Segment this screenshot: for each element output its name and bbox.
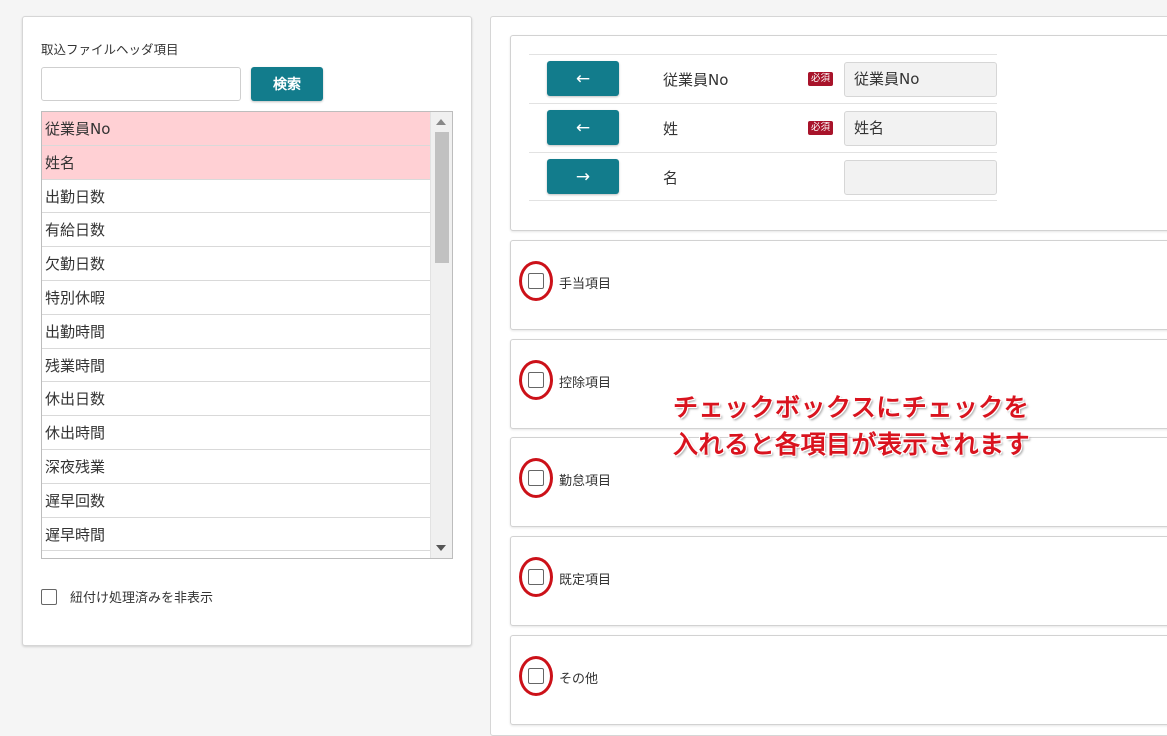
scroll-down-arrow-icon[interactable] [436, 545, 446, 551]
list-item[interactable]: 出勤日数 [42, 180, 430, 214]
mapping-row: → 名 [529, 152, 997, 201]
list-item[interactable]: 遅早時間 [42, 518, 430, 552]
category-label: その他 [559, 672, 599, 687]
panel-title: 取込ファイルヘッダ項目 [41, 42, 179, 57]
map-left-arrow-button[interactable]: ← [547, 61, 619, 96]
category-label: 勤怠項目 [559, 474, 612, 489]
mapping-field-label: 従業員No [663, 71, 729, 89]
highlight-circle [519, 360, 553, 400]
mapping-row: ← 姓 必須 姓名 [529, 103, 997, 152]
list-item[interactable]: 休出時間 [42, 416, 430, 450]
mapping-row: ← 従業員No 必須 従業員No [529, 54, 997, 103]
list-items: 従業員No 姓名 出勤日数 有給日数 欠勤日数 特別休暇 出勤時間 残業時間 休… [42, 112, 430, 552]
category-label: 控除項目 [559, 376, 612, 391]
map-right-arrow-button[interactable]: → [547, 159, 619, 194]
mapped-value-field[interactable] [844, 160, 997, 195]
list-item[interactable]: 残業時間 [42, 349, 430, 383]
hide-processed-checkbox[interactable] [41, 588, 57, 605]
list-item[interactable]: 出勤時間 [42, 315, 430, 349]
annotation-line: チェックボックスにチェックを [673, 393, 1030, 422]
map-left-arrow-button[interactable]: ← [547, 110, 619, 145]
mapped-value-field[interactable]: 姓名 [844, 111, 997, 146]
mapping-field-label: 姓 [663, 120, 679, 138]
scroll-up-arrow-icon[interactable] [436, 119, 446, 125]
instruction-annotation: チェックボックスにチェックを 入れると各項目が表示されます [673, 389, 1030, 463]
annotation-line: 入れると各項目が表示されます [673, 430, 1031, 459]
scroll-thumb[interactable] [435, 132, 449, 263]
category-card-allowance: 手当項目 [510, 240, 1167, 330]
list-scrollbar[interactable] [430, 112, 452, 558]
search-input[interactable] [41, 67, 241, 101]
header-item-list[interactable]: 従業員No 姓名 出勤日数 有給日数 欠勤日数 特別休暇 出勤時間 残業時間 休… [41, 111, 453, 559]
list-item[interactable]: 有給日数 [42, 213, 430, 248]
header-items-panel: 取込ファイルヘッダ項目 検索 従業員No 姓名 出勤日数 有給日数 欠勤日数 特… [22, 16, 472, 646]
list-item[interactable]: 従業員No [42, 112, 430, 146]
list-item[interactable]: 遅早回数 [42, 484, 430, 518]
category-label: 手当項目 [559, 277, 612, 292]
search-button[interactable]: 検索 [251, 67, 323, 101]
mapped-value-field[interactable]: 従業員No [844, 62, 997, 97]
category-checkbox[interactable] [528, 273, 544, 289]
category-label: 既定項目 [559, 573, 612, 588]
category-checkbox[interactable] [528, 668, 544, 684]
required-badge: 必須 [808, 72, 834, 86]
field-mapping-card: ← 従業員No 必須 従業員No ← 姓 必須 姓名 → 名 [510, 35, 1167, 231]
hide-processed-label: 紐付け処理済みを非表示 [70, 591, 214, 606]
mapping-panel: ← 従業員No 必須 従業員No ← 姓 必須 姓名 → 名 手当項目 控除項目 [490, 16, 1167, 736]
list-item[interactable]: 深夜残業 [42, 450, 430, 484]
highlight-circle [519, 557, 553, 597]
highlight-circle [519, 261, 553, 301]
category-card-default: 既定項目 [510, 536, 1167, 626]
highlight-circle [519, 656, 553, 696]
hide-processed-option[interactable]: 紐付け処理済みを非表示 [41, 587, 213, 606]
category-checkbox[interactable] [528, 372, 544, 388]
required-badge: 必須 [808, 121, 834, 135]
category-checkbox[interactable] [528, 470, 544, 486]
list-item[interactable]: 欠勤日数 [42, 247, 430, 281]
mapping-field-label: 名 [663, 169, 679, 187]
list-item[interactable]: 姓名 [42, 145, 430, 180]
highlight-circle [519, 458, 553, 498]
category-checkbox[interactable] [528, 569, 544, 585]
category-card-other: その他 [510, 635, 1167, 725]
list-item[interactable]: 休出日数 [42, 382, 430, 417]
list-item[interactable]: 特別休暇 [42, 281, 430, 315]
